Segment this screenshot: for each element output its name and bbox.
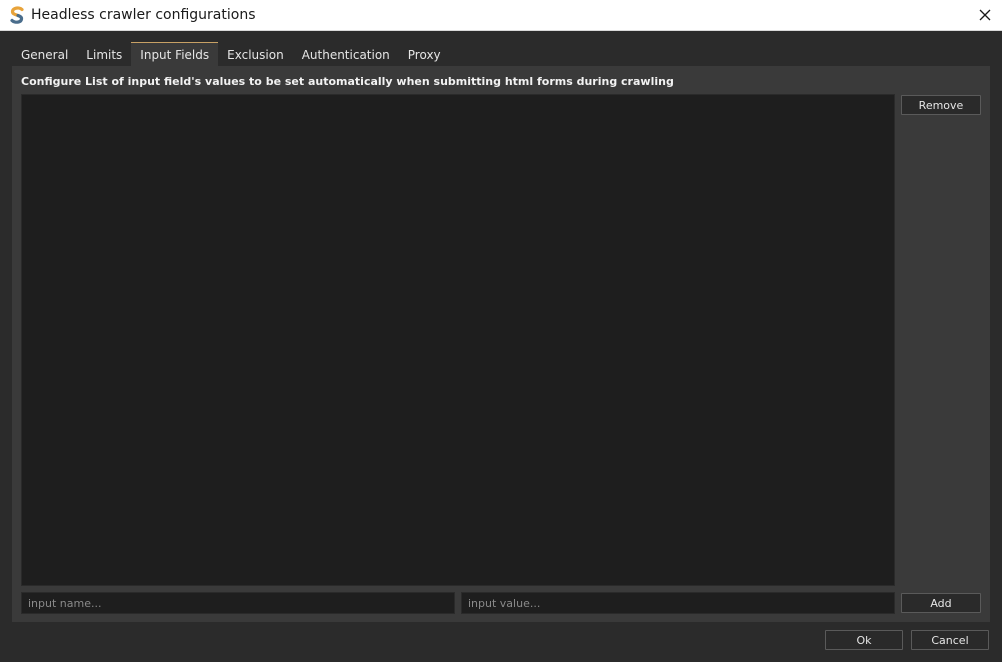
panel-description: Configure List of input field's values t… [21,75,674,88]
title-bar: Headless crawler configurations [0,0,1002,31]
remove-button[interactable]: Remove [901,95,981,115]
close-button[interactable] [968,0,1002,30]
tab-authentication[interactable]: Authentication [293,42,399,66]
tab-proxy[interactable]: Proxy [399,42,450,66]
app-logo-icon [10,6,24,24]
add-button[interactable]: Add [901,593,981,613]
tab-limits[interactable]: Limits [77,42,131,66]
ok-button[interactable]: Ok [825,630,903,650]
dialog-window: Headless crawler configurations General … [0,0,1002,662]
window-title: Headless crawler configurations [31,7,256,23]
tab-exclusion[interactable]: Exclusion [218,42,293,66]
tab-input-fields[interactable]: Input Fields [131,42,219,66]
input-fields-list[interactable] [21,94,895,586]
input-value-field[interactable] [461,592,895,614]
tab-general[interactable]: General [12,42,77,66]
input-fields-panel: Configure List of input field's values t… [12,66,990,622]
close-icon [979,9,991,21]
tab-bar: General Limits Input Fields Exclusion Au… [12,42,450,66]
cancel-button[interactable]: Cancel [911,630,989,650]
input-name-field[interactable] [21,592,455,614]
